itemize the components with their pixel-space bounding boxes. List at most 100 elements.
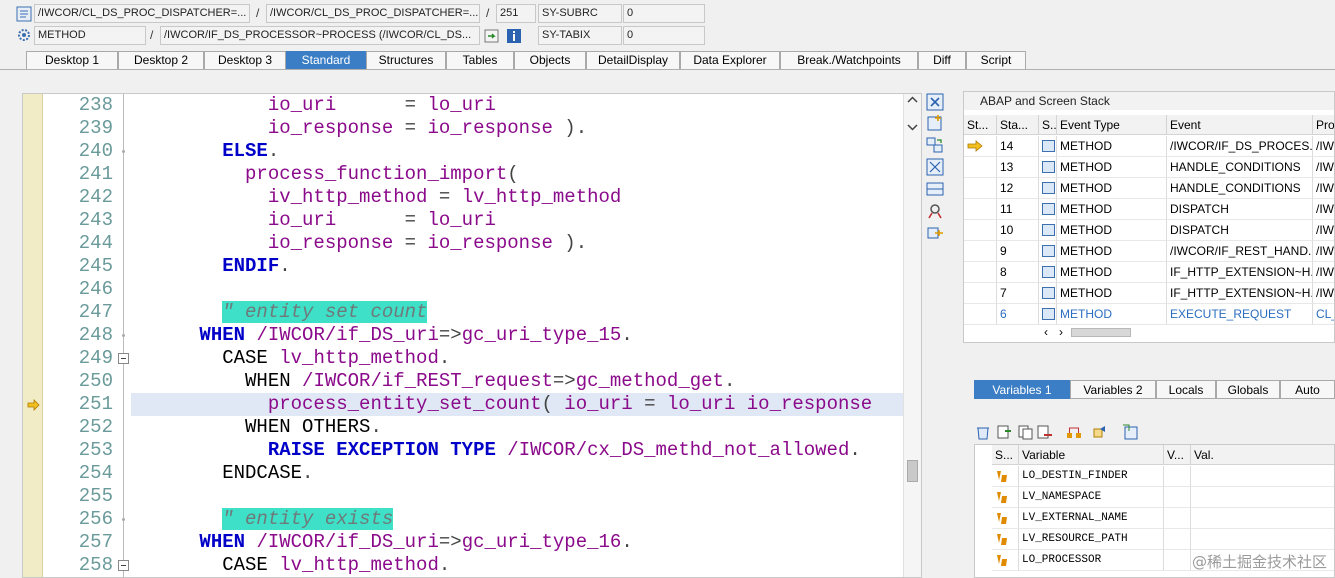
code-line[interactable]: " entity set count [131, 301, 428, 324]
stack-cell-level[interactable]: 11 [997, 199, 1039, 220]
stack-cell-level[interactable]: 14 [997, 136, 1039, 157]
navigate-icon[interactable] [484, 28, 500, 44]
code-line[interactable]: io_response = io_response ). [131, 232, 587, 255]
event-field[interactable]: /IWCOR/IF_DS_PROCESSOR~PROCESS (/IWCOR/C… [160, 26, 480, 45]
source-code-editor[interactable]: 238 239 240 241 242 243 244 245 246 247 248 249 250 2… [22, 93, 922, 578]
variable-status-cell[interactable] [992, 529, 1019, 550]
code-line[interactable]: iv_http_method = lv_http_method [131, 186, 622, 209]
variable-value[interactable] [1191, 529, 1334, 550]
settings-tool-icon[interactable] [926, 224, 944, 242]
column-header[interactable]: Sta... [997, 115, 1039, 135]
split-tool-icon[interactable] [926, 180, 944, 198]
column-header[interactable]: V... [1164, 445, 1191, 465]
tab-standard[interactable]: Standard [286, 51, 366, 69]
scroll-thumb[interactable] [907, 460, 918, 482]
maximize-tool-icon[interactable] [926, 158, 944, 176]
tab-objects[interactable]: Objects [514, 51, 586, 69]
include-field[interactable]: /IWCOR/CL_DS_PROC_DISPATCHER=... [266, 4, 480, 23]
info-icon[interactable] [506, 28, 522, 44]
column-header[interactable]: S... [1039, 115, 1057, 135]
tab-desktop-2[interactable]: Desktop 2 [118, 51, 204, 69]
stack-cell-program[interactable]: CL_I [1313, 304, 1334, 325]
stack-cell-event-type[interactable]: METHOD [1057, 178, 1167, 199]
stack-cell-program[interactable]: /IW [1313, 199, 1334, 220]
close-tool-icon[interactable] [926, 93, 944, 111]
stack-cell-program[interactable]: /IW [1313, 262, 1334, 283]
insert-icon[interactable] [996, 424, 1012, 440]
stack-cell-current[interactable] [964, 136, 997, 157]
stack-cell-current[interactable] [964, 304, 997, 325]
stack-cell-icon[interactable] [1039, 262, 1057, 283]
tab-auto[interactable]: Auto [1280, 380, 1335, 399]
stack-cell-current[interactable] [964, 199, 997, 220]
column-header[interactable]: Prog [1313, 115, 1334, 135]
delete-icon[interactable] [975, 424, 991, 440]
stack-cell-icon[interactable] [1039, 283, 1057, 304]
variable-value[interactable] [1191, 466, 1334, 487]
variable-status-cell[interactable] [992, 508, 1019, 529]
stack-cell-icon[interactable] [1039, 220, 1057, 241]
stack-cell-event[interactable]: HANDLE_CONDITIONS [1167, 157, 1313, 178]
code-line[interactable]: process_entity_set_count( io_uri = lo_ur… [131, 393, 872, 416]
stack-cell-event[interactable]: DISPATCH [1167, 220, 1313, 241]
fold-toggle-icon[interactable] [118, 353, 129, 364]
stack-cell-program[interactable]: /IW [1313, 136, 1334, 157]
stack-cell-program[interactable]: /IW [1313, 283, 1334, 304]
tab-script[interactable]: Script [966, 51, 1026, 69]
stack-cell-event-type[interactable]: METHOD [1057, 304, 1167, 325]
stack-cell-event-type[interactable]: METHOD [1057, 157, 1167, 178]
stack-cell-program[interactable]: /IW [1313, 157, 1334, 178]
line-field[interactable]: 251 [496, 4, 536, 23]
sysvar-value-2[interactable]: 0 [623, 26, 705, 45]
stack-cell-current[interactable] [964, 178, 997, 199]
code-line[interactable]: ELSE. [131, 140, 279, 163]
tab-data-explorer[interactable]: Data Explorer [680, 51, 780, 69]
program-field[interactable]: /IWCOR/CL_DS_PROC_DISPATCHER=... [34, 4, 250, 23]
variable-name[interactable]: LV_EXTERNAL_NAME [1019, 508, 1164, 529]
code-line[interactable]: ENDIF. [131, 255, 290, 278]
code-line[interactable]: io_uri = lo_uri [131, 94, 496, 117]
chevron-up-icon[interactable] [907, 96, 918, 104]
stack-cell-icon[interactable] [1039, 178, 1057, 199]
code-line[interactable]: io_response = io_response ). [131, 117, 587, 140]
services-tool-icon[interactable] [926, 202, 944, 220]
stack-cell-level[interactable]: 8 [997, 262, 1039, 283]
sysvar-value-1[interactable]: 0 [623, 4, 705, 23]
chevron-down-icon[interactable] [907, 123, 918, 131]
column-header[interactable]: S... [992, 445, 1019, 465]
column-header[interactable]: Event Type [1057, 115, 1167, 135]
code-line[interactable]: WHEN /IWCOR/if_DS_uri=>gc_uri_type_16. [131, 531, 632, 554]
scroll-right-icon[interactable]: › [1059, 325, 1063, 339]
column-header[interactable]: Variable [1019, 445, 1164, 465]
stack-cell-icon[interactable] [1039, 304, 1057, 325]
stack-cell-event-type[interactable]: METHOD [1057, 199, 1167, 220]
variable-name[interactable]: LO_PROCESSOR [1019, 550, 1164, 571]
stack-cell-icon[interactable] [1039, 241, 1057, 262]
event-type-field[interactable]: METHOD [34, 26, 146, 45]
column-header[interactable]: Event [1167, 115, 1313, 135]
stack-cell-event[interactable]: DISPATCH [1167, 199, 1313, 220]
variable-name[interactable]: LV_RESOURCE_PATH [1019, 529, 1164, 550]
stack-cell-current[interactable] [964, 241, 997, 262]
tab-breakpoints[interactable]: Break./Watchpoints [780, 51, 918, 69]
code-line[interactable]: io_uri = lo_uri [131, 209, 496, 232]
breakpoint-gutter[interactable] [23, 94, 43, 577]
copy-icon[interactable] [1017, 424, 1033, 440]
variable-status-cell[interactable] [992, 487, 1019, 508]
hierarchy-icon[interactable] [1066, 424, 1082, 440]
stack-cell-event[interactable]: IF_HTTP_EXTENSION~H... [1167, 283, 1313, 304]
scroll-left-icon[interactable]: ‹ [1044, 325, 1048, 339]
variable-value-type[interactable] [1164, 466, 1191, 487]
stack-cell-current[interactable] [964, 283, 997, 304]
stack-cell-event-type[interactable]: METHOD [1057, 220, 1167, 241]
stack-cell-event-type[interactable]: METHOD [1057, 262, 1167, 283]
stack-cell-event[interactable]: /IWCOR/IF_REST_HAND... [1167, 241, 1313, 262]
swap-tool-icon[interactable] [926, 136, 944, 154]
remove-icon[interactable] [1037, 424, 1053, 440]
tab-locals[interactable]: Locals [1156, 380, 1216, 399]
code-area[interactable]: io_uri = lo_uri io_response = io_respons… [131, 94, 903, 577]
tab-desktop-3[interactable]: Desktop 3 [204, 51, 286, 69]
sysvar-name-2[interactable]: SY-TABIX [538, 26, 622, 45]
code-line[interactable]: CASE lv_http_method. [131, 347, 450, 370]
stack-cell-icon[interactable] [1039, 199, 1057, 220]
